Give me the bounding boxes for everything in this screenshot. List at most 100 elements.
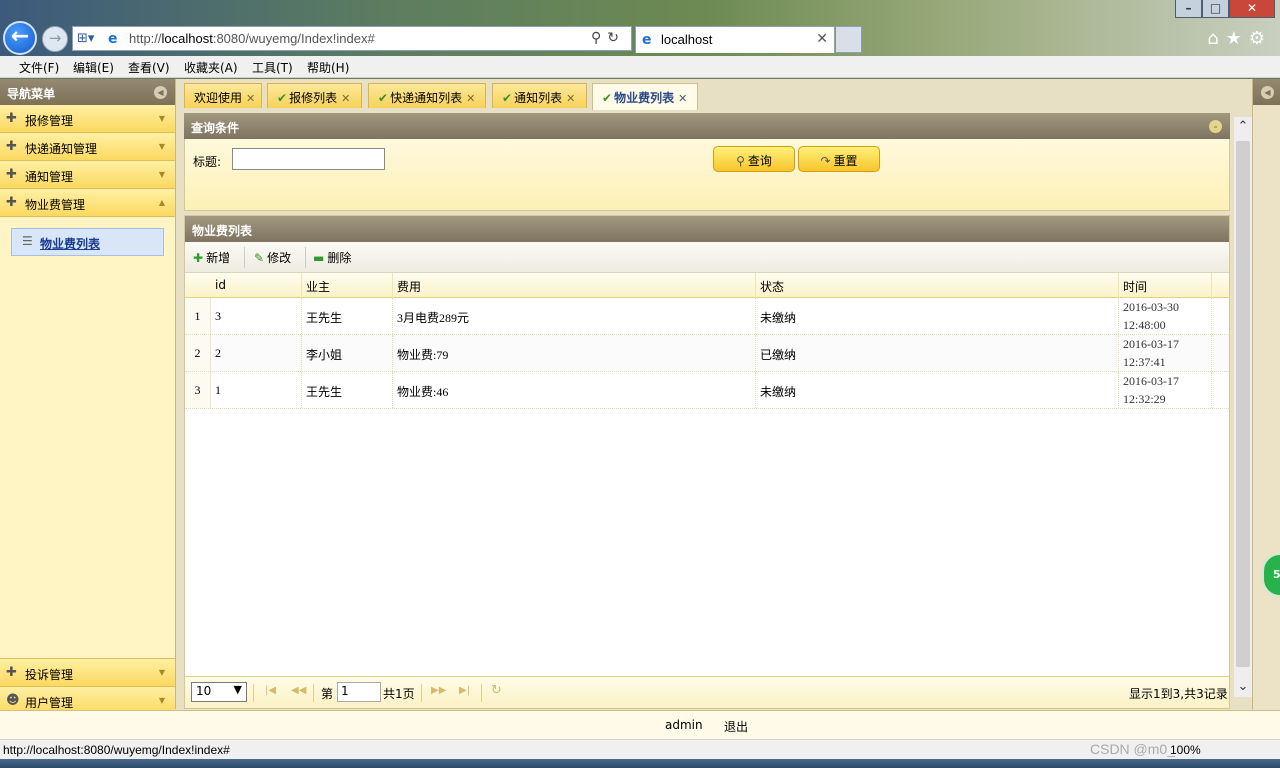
gear-icon[interactable]: ⚙ [1249,28,1272,49]
redo-icon: ↷ [820,154,831,168]
menu-file[interactable]: 文件(F) [19,59,59,76]
reset-button[interactable]: ↷ 重置 [798,146,880,172]
sidebar-group-complaint[interactable]: ✚ 投诉管理 ▼ [0,659,175,687]
column-header-status[interactable]: 状态 [760,278,784,295]
zoom-level[interactable]: 100% [1170,743,1201,757]
sidebar-group-express[interactable]: ✚ 快递通知管理 ▼ [0,133,175,161]
table-row[interactable]: 3 1 王先生 物业费:46 未缴纳 2016-03-17 12:32:29 [185,372,1229,409]
watermark: CSDN @m0_ [1090,741,1176,757]
table-row[interactable]: 1 3 王先生 3月电费289元 未缴纳 2016-03-30 12:48:00 [185,298,1229,335]
page-prefix: 第 [321,687,334,701]
app-footer: admin 退出 [0,710,1280,739]
pencil-icon: ✎ [254,251,265,265]
column-header-owner[interactable]: 业主 [306,278,330,295]
ie-icon: e [108,31,118,47]
table-row[interactable]: 2 2 李小姐 物业费:79 已缴纳 2016-03-17 12:37:41 [185,335,1229,372]
star-icon[interactable]: ★ [1226,28,1249,49]
check-icon: ✔ [602,91,613,105]
wand-icon: ✚ [6,195,17,210]
search-button[interactable]: ⚲ 查询 [713,146,795,172]
wand-icon: ✚ [6,167,17,182]
check-icon: ✔ [277,91,288,105]
sidebar-item-fee-list[interactable]: ☰ 物业费列表 [11,228,164,256]
browser-statusbar: http://localhost:8080/wuyemg/Index!index… [0,739,1280,759]
minimize-button[interactable]: – [1175,0,1202,18]
collapse-panel-icon[interactable]: – [1209,120,1222,133]
close-icon[interactable]: ✕ [678,92,687,105]
row-number: 3 [185,372,211,408]
close-tab-icon[interactable]: ✕ [816,31,828,47]
cell-owner: 王先生 [306,385,343,399]
cell-date: 2016-03-17 [1123,337,1179,351]
sidebar-group-fee[interactable]: ✚ 物业费管理 ▲ [0,189,175,217]
browser-tab[interactable]: e localhost ✕ [635,26,835,53]
browser-right-icons[interactable]: ⌂★⚙ [1207,28,1272,49]
prev-page-icon[interactable]: ◀◀ [291,685,306,696]
column-divider [1211,273,1212,298]
tab-repair-list[interactable]: ✔ 报修列表 ✕ [267,83,362,108]
column-header-fee[interactable]: 费用 [397,278,421,295]
menu-tools[interactable]: 工具(T) [252,59,293,76]
scroll-up-icon[interactable]: ⌃ [1234,119,1252,134]
chevron-down-icon: ▼ [158,696,165,705]
browser-tab-title: localhost [661,32,713,47]
cell-status: 未缴纳 [760,385,797,399]
menu-favorites[interactable]: 收藏夹(A) [184,59,238,76]
title-input[interactable] [232,148,385,170]
back-button[interactable]: ← [3,21,37,55]
add-button[interactable]: ✚ 新增 [193,249,230,266]
search-icon[interactable]: ⚲ [591,30,607,46]
address-url[interactable]: http://localhost:8080/wuyemg/Index!index… [129,31,375,46]
cell-fee: 物业费:46 [397,385,449,399]
column-header-time[interactable]: 时间 [1123,278,1147,295]
refresh-icon[interactable]: ↻ [607,30,625,46]
menu-edit[interactable]: 编辑(E) [73,59,114,76]
close-icon[interactable]: ✕ [566,92,575,105]
cell-id: 3 [215,309,221,323]
tab-fee-list[interactable]: ✔ 物业费列表 ✕ [592,83,698,110]
tab-strip: 欢迎使用 ✕ ✔ 报修列表 ✕ ✔ 快递通知列表 ✕ ✔ 通知列表 ✕ ✔ 物业费列表 ✕ [184,79,1230,110]
scrollbar-thumb[interactable] [1236,141,1250,667]
home-icon[interactable]: ⌂ [1207,28,1225,49]
close-window-button[interactable]: ✕ [1229,0,1275,18]
search-icon: ⚲ [736,154,745,168]
sidebar: 导航菜单 ◀ ✚ 报修管理 ▼ ✚ 快递通知管理 ▼ ✚ 通知管理 ▼ ✚ 物业费管理 ▲ ☰ … [0,79,176,715]
new-tab-button[interactable] [836,26,862,53]
close-icon[interactable]: ✕ [341,92,350,105]
delete-button[interactable]: ▬ 删除 [313,249,351,266]
first-page-icon[interactable]: |◀ [265,685,276,696]
plus-icon: ✚ [193,251,204,265]
cell-owner: 王先生 [306,311,343,325]
sidebar-group-notice[interactable]: ✚ 通知管理 ▼ [0,161,175,189]
address-bar[interactable]: ⊞▾ e http://localhost:8080/wuyemg/Index!… [72,26,632,51]
tab-welcome[interactable]: 欢迎使用 ✕ [184,83,262,108]
logout-link[interactable]: 退出 [724,718,748,735]
column-divider [1118,273,1119,298]
tab-notice-list[interactable]: ✔ 通知列表 ✕ [492,83,587,108]
next-page-icon[interactable]: ▶▶ [431,685,446,696]
maximize-button[interactable]: □ [1202,0,1229,18]
main-scrollbar[interactable]: ⌃ ⌄ [1234,117,1252,697]
menu-help[interactable]: 帮助(H) [307,59,349,76]
app-frame: 导航菜单 ◀ ✚ 报修管理 ▼ ✚ 快递通知管理 ▼ ✚ 通知管理 ▼ ✚ 物业费管理 ▲ ☰ … [0,79,1280,739]
page-number-input[interactable]: 1 [337,682,381,702]
page-size-select[interactable]: 10 ▼ [191,682,247,702]
compatibility-icon[interactable]: ⊞▾ [77,30,105,48]
close-icon[interactable]: ✕ [246,92,255,105]
edit-button[interactable]: ✎ 修改 [254,249,291,266]
menu-view[interactable]: 查看(V) [128,59,170,76]
expand-left-icon[interactable]: ◀ [1261,86,1274,99]
last-page-icon[interactable]: ▶| [459,685,470,696]
toolbar-divider [244,247,245,268]
sidebar-group-repair[interactable]: ✚ 报修管理 ▼ [0,105,175,133]
collapse-left-icon[interactable]: ◀ [154,86,167,99]
scroll-down-icon[interactable]: ⌄ [1234,679,1252,694]
tab-express-list[interactable]: ✔ 快递通知列表 ✕ [368,83,486,108]
address-tools[interactable]: ⚲↻ [591,30,625,46]
refresh-icon[interactable]: ↻ [491,683,502,698]
column-header-id[interactable]: id [215,278,226,292]
forward-button[interactable]: → [42,26,68,52]
ie-icon: e [642,32,652,48]
cell-id: 1 [215,383,221,397]
close-icon[interactable]: ✕ [466,92,475,105]
